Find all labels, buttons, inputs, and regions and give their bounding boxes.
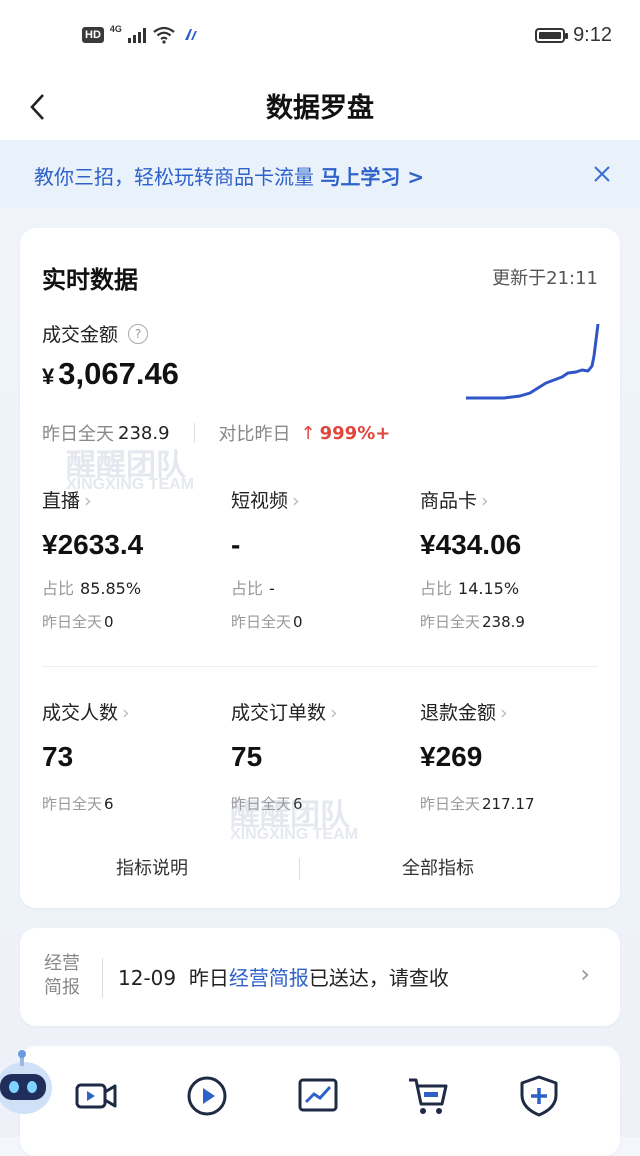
learn-now-link[interactable]: 马上学习 > — [320, 165, 424, 189]
channel-product-card[interactable]: 商品卡 › ¥434.06 占比 14.15% 昨日全天 238.9 — [420, 486, 600, 632]
status-right: 9:12 — [535, 24, 612, 47]
currency-symbol: ¥ — [42, 364, 55, 389]
share-value: 14.15% — [458, 579, 520, 598]
share-label: 占比 — [42, 579, 75, 598]
channel-value: - — [231, 529, 241, 560]
arrow-up-icon: ↑ — [300, 422, 316, 444]
cart-icon[interactable] — [406, 1074, 450, 1118]
banner-text[interactable]: 教你三招，轻松玩转商品卡流量 马上学习 > — [34, 161, 424, 190]
network-type: 4G — [109, 24, 122, 34]
metric-value: ¥269 — [420, 741, 483, 772]
chevron-right-icon: › — [122, 702, 130, 724]
realtime-card: 实时数据 更新于21:11 成交金额 ? ¥3,067.46 昨日全天 238.… — [20, 228, 620, 908]
channel-label: 短视频 — [231, 490, 289, 512]
divider — [102, 958, 103, 998]
question-circle-icon[interactable]: ? — [128, 323, 149, 344]
gmv-label: 成交金额 ? — [42, 320, 149, 347]
signal-icon — [127, 27, 146, 43]
metric-label: 成交订单数 — [231, 702, 327, 724]
channel-value: ¥2633.4 — [42, 529, 144, 560]
divider — [299, 858, 300, 880]
chevron-right-icon: › — [330, 702, 338, 724]
report-message: 12-09 昨日经营简报已送达，请查收 — [118, 962, 449, 991]
chevron-right-icon: › — [481, 490, 489, 512]
metric-label: 退款金额 — [420, 702, 497, 724]
chevron-right-icon: › — [500, 702, 508, 724]
metric-explanation-link[interactable]: 指标说明 — [116, 854, 188, 880]
chevron-right-icon[interactable]: › — [580, 960, 590, 988]
yesterday-label: 昨日全天 — [42, 424, 114, 445]
metric-refunds[interactable]: 退款金额 › ¥269 昨日全天 217.17 — [420, 698, 600, 814]
share-value: 85.85% — [80, 579, 142, 598]
channel-live[interactable]: 直播 › ¥2633.4 占比 85.85% 昨日全天 0 — [42, 486, 222, 632]
yday-label: 昨日全天 — [420, 613, 481, 631]
assistant-robot-icon[interactable] — [0, 1050, 56, 1120]
compare-value: 999%+ — [319, 422, 391, 444]
nav-bar: 数据罗盘 — [0, 78, 640, 140]
clock: 9:12 — [573, 24, 612, 46]
tools-row — [20, 1046, 620, 1156]
chevron-right-icon: › — [292, 490, 300, 512]
share-label: 占比 — [420, 579, 453, 598]
channel-short-video[interactable]: 短视频 › - 占比 - 昨日全天 0 — [231, 486, 411, 632]
report-tag: 经营 简报 — [44, 952, 88, 1000]
report-pre: 昨日 — [188, 966, 229, 990]
play-circle-icon[interactable] — [185, 1074, 229, 1118]
yday-value: 6 — [293, 795, 303, 813]
hd-badge: HD — [82, 27, 104, 43]
app-notification-icon — [184, 29, 197, 40]
promo-banner[interactable]: 教你三招，轻松玩转商品卡流量 马上学习 > — [0, 140, 640, 208]
business-report-link[interactable]: 经营简报 — [229, 966, 309, 990]
battery-icon — [535, 28, 569, 43]
yday-value: 0 — [104, 613, 114, 631]
banner-message: 教你三招，轻松玩转商品卡流量 — [34, 165, 321, 189]
gmv-sparkline — [466, 323, 600, 400]
yday-label: 昨日全天 — [420, 795, 481, 813]
business-report-card[interactable]: 经营 简报 12-09 昨日经营简报已送达，请查收 › — [20, 928, 620, 1026]
metric-buyers[interactable]: 成交人数 › 73 昨日全天 6 — [42, 698, 222, 814]
report-tag-line2: 简报 — [44, 977, 80, 998]
gmv-compare-row: 昨日全天 238.9 对比昨日 ↑ 999%+ — [42, 420, 390, 446]
yday-label: 昨日全天 — [231, 795, 292, 813]
yday-label: 昨日全天 — [231, 613, 292, 631]
report-tag-line1: 经营 — [44, 953, 80, 974]
status-left: HD 4G — [82, 24, 200, 44]
report-post: 已送达，请查收 — [308, 966, 449, 990]
video-camera-icon[interactable] — [74, 1074, 118, 1118]
page-title: 数据罗盘 — [266, 93, 374, 124]
channel-label: 商品卡 — [420, 490, 478, 512]
yday-value: 6 — [104, 795, 114, 813]
gmv-value: ¥3,067.46 — [42, 356, 179, 392]
share-label: 占比 — [231, 579, 264, 598]
channel-label: 直播 — [42, 490, 81, 512]
gmv-amount: 3,067.46 — [58, 356, 179, 391]
metric-orders[interactable]: 成交订单数 › 75 昨日全天 6 — [231, 698, 411, 814]
section-title: 实时数据 — [42, 266, 138, 294]
yday-value: 238.9 — [482, 613, 525, 631]
yday-label: 昨日全天 — [42, 795, 103, 813]
metric-label: 成交人数 — [42, 702, 119, 724]
report-date: 12-09 — [118, 966, 177, 990]
wifi-icon — [153, 26, 175, 44]
chevron-right-icon: › — [84, 490, 92, 512]
card-footer: 指标说明 全部指标 — [20, 848, 620, 888]
all-metrics-link[interactable]: 全部指标 — [402, 854, 474, 880]
status-bar: HD 4G 9:12 — [0, 0, 640, 78]
share-value: - — [269, 579, 275, 598]
yesterday-value: 238.9 — [118, 422, 170, 444]
shield-plus-icon[interactable] — [517, 1074, 561, 1118]
divider — [42, 666, 598, 667]
close-icon[interactable] — [592, 156, 612, 191]
yday-value: 217.17 — [482, 795, 535, 813]
gmv-label-text: 成交金额 — [42, 324, 119, 346]
yday-label: 昨日全天 — [42, 613, 103, 631]
channel-value: ¥434.06 — [420, 529, 522, 560]
yday-value: 0 — [293, 613, 303, 631]
compare-label: 对比昨日 — [218, 424, 291, 445]
divider — [193, 423, 195, 443]
update-time: 更新于21:11 — [492, 268, 598, 289]
metric-value: 73 — [42, 741, 74, 772]
chart-icon[interactable] — [296, 1074, 340, 1118]
metric-value: 75 — [231, 741, 263, 772]
